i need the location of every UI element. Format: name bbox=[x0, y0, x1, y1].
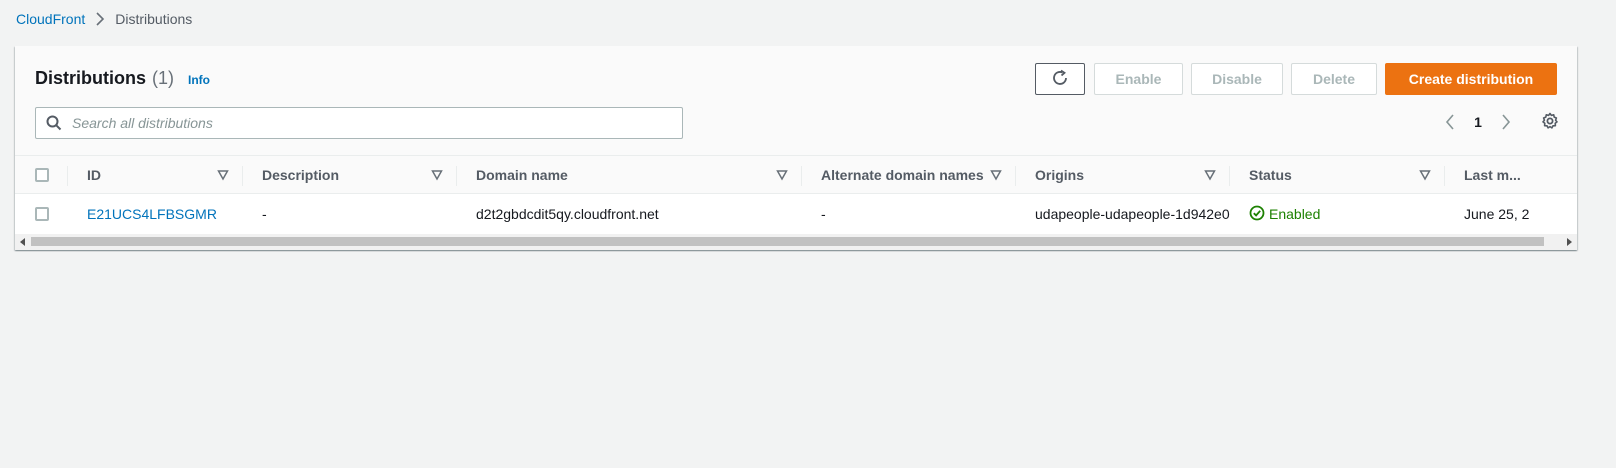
disable-button[interactable]: Disable bbox=[1191, 63, 1283, 95]
sort-down-icon[interactable] bbox=[431, 168, 443, 181]
column-header-id[interactable]: ID bbox=[87, 156, 227, 193]
distributions-panel: Distributions (1) Info Enable Disable De… bbox=[15, 46, 1577, 250]
description-cell: - bbox=[262, 206, 267, 222]
status-cell: Enabled bbox=[1249, 194, 1429, 234]
select-all-checkbox[interactable] bbox=[35, 167, 49, 182]
search-input[interactable] bbox=[72, 115, 652, 131]
column-header-origins[interactable]: Origins bbox=[1035, 156, 1195, 193]
column-divider bbox=[242, 166, 243, 186]
current-page-number[interactable]: 1 bbox=[1463, 114, 1493, 130]
column-header-last-modified[interactable]: Last m... bbox=[1464, 156, 1577, 193]
create-distribution-button[interactable]: Create distribution bbox=[1385, 63, 1557, 95]
chevron-right-icon bbox=[95, 12, 105, 26]
column-divider bbox=[1229, 166, 1230, 186]
column-header-status[interactable]: Status bbox=[1249, 156, 1409, 193]
column-header-alternate-domain-names[interactable]: Alternate domain names bbox=[821, 156, 991, 193]
breadcrumb-current: Distributions bbox=[115, 11, 193, 27]
domain-name-cell: d2t2gbdcdit5qy.cloudfront.net bbox=[476, 206, 659, 222]
table-row[interactable]: E21UCS4LFBSGMR - d2t2gbdcdit5qy.cloudfro… bbox=[15, 194, 1577, 234]
column-divider bbox=[456, 166, 457, 186]
sort-down-icon[interactable] bbox=[990, 168, 1002, 181]
search-box bbox=[35, 107, 683, 139]
sort-down-icon[interactable] bbox=[1419, 168, 1431, 181]
distribution-id-link[interactable]: E21UCS4LFBSGMR bbox=[87, 194, 247, 234]
column-divider bbox=[801, 166, 802, 186]
distributions-table: ID Description Domain name Alternate dom… bbox=[15, 156, 1577, 234]
horizontal-scrollbar[interactable] bbox=[15, 234, 1577, 250]
check-circle-icon bbox=[1249, 205, 1265, 224]
delete-button[interactable]: Delete bbox=[1291, 63, 1377, 95]
enable-button[interactable]: Enable bbox=[1094, 63, 1183, 95]
panel-header: Distributions (1) Info Enable Disable De… bbox=[15, 46, 1577, 156]
refresh-button[interactable] bbox=[1035, 63, 1085, 95]
search-icon bbox=[36, 115, 72, 131]
column-header-domain-name[interactable]: Domain name bbox=[476, 156, 766, 193]
refresh-icon bbox=[1051, 69, 1069, 90]
status-badge: Enabled bbox=[1269, 206, 1321, 222]
select-all-cell bbox=[35, 156, 49, 193]
column-divider bbox=[1444, 166, 1445, 186]
table-header: ID Description Domain name Alternate dom… bbox=[15, 156, 1577, 194]
distribution-count: (1) bbox=[152, 68, 174, 88]
next-page-icon[interactable] bbox=[1493, 114, 1519, 130]
gear-icon[interactable] bbox=[1539, 110, 1561, 132]
pagination: 1 bbox=[1437, 109, 1519, 135]
row-checkbox[interactable] bbox=[35, 207, 49, 221]
scrollbar-thumb[interactable] bbox=[31, 237, 1544, 246]
breadcrumb-cloudfront-link[interactable]: CloudFront bbox=[16, 11, 85, 27]
alternate-domain-names-cell: - bbox=[821, 206, 826, 222]
panel-title: Distributions (1) Info bbox=[35, 68, 210, 89]
scroll-right-icon[interactable] bbox=[1561, 234, 1577, 250]
row-select-cell bbox=[35, 194, 49, 234]
last-modified-cell: June 25, 2 bbox=[1464, 206, 1530, 222]
scroll-left-icon[interactable] bbox=[15, 234, 31, 250]
panel-title-text: Distributions bbox=[35, 68, 146, 88]
column-divider bbox=[67, 166, 68, 186]
origins-cell: udapeople-udapeople-1d942e0 bbox=[1035, 206, 1230, 222]
sort-down-icon[interactable] bbox=[776, 168, 788, 181]
column-divider bbox=[1015, 166, 1016, 186]
previous-page-icon[interactable] bbox=[1437, 114, 1463, 130]
breadcrumb: CloudFront Distributions bbox=[16, 11, 192, 27]
column-header-description[interactable]: Description bbox=[262, 156, 432, 193]
sort-down-icon[interactable] bbox=[217, 168, 229, 181]
sort-down-icon[interactable] bbox=[1204, 168, 1216, 181]
info-link[interactable]: Info bbox=[188, 73, 210, 87]
